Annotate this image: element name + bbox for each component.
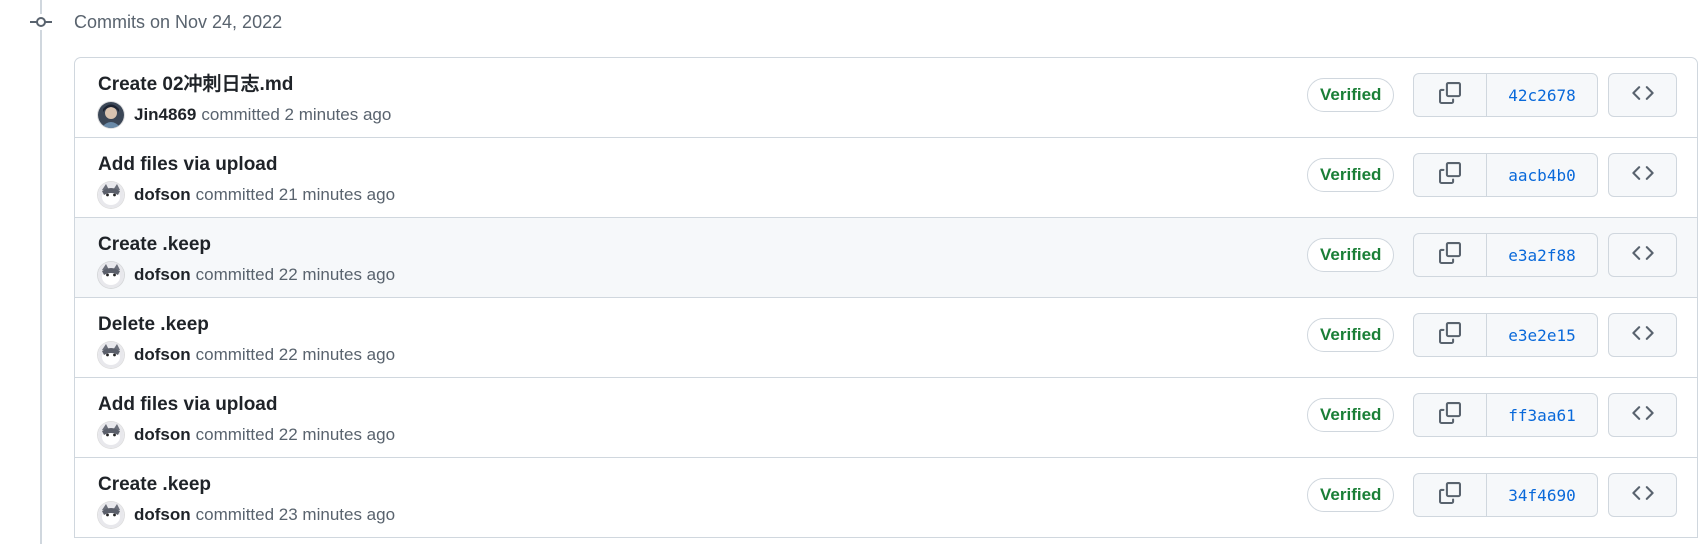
code-icon — [1631, 402, 1654, 429]
commit-row: Create 02冲刺日志.md Jin4869 committed 2 min… — [75, 58, 1697, 138]
git-commit-icon — [30, 14, 52, 30]
copy-sha-button[interactable] — [1414, 314, 1487, 356]
commit-author-link[interactable]: dofson — [134, 505, 191, 525]
commit-list: Create 02冲刺日志.md Jin4869 committed 2 min… — [74, 57, 1698, 538]
commit-time: committed 23 minutes ago — [195, 505, 396, 524]
commit-author-link[interactable]: dofson — [134, 185, 191, 205]
commit-sha-button-group: 34f4690 — [1413, 473, 1598, 517]
commit-title-link[interactable]: Create .keep — [98, 473, 211, 497]
commit-row: Add files via upload dofson committed 22… — [75, 378, 1697, 458]
code-icon — [1631, 322, 1654, 349]
commit-row: Create .keep dofson committed 22 minutes… — [75, 218, 1697, 298]
commit-sha-link[interactable]: e3e2e15 — [1487, 314, 1597, 356]
verified-badge[interactable]: Verified — [1307, 238, 1395, 272]
commit-time: committed 22 minutes ago — [195, 425, 396, 444]
commit-title-link[interactable]: Add files via upload — [98, 393, 277, 417]
verified-badge[interactable]: Verified — [1307, 318, 1395, 352]
browse-repository-button[interactable] — [1608, 313, 1677, 357]
copy-sha-button[interactable] — [1414, 154, 1487, 196]
commit-meta: Jin4869 committed 2 minutes ago — [98, 101, 391, 129]
code-icon — [1631, 82, 1654, 109]
commit-sha-button-group: ff3aa61 — [1413, 393, 1598, 437]
commit-author-link[interactable]: dofson — [134, 425, 191, 445]
commit-group-date-heading: Commits on Nov 24, 2022 — [74, 12, 283, 32]
verified-badge[interactable]: Verified — [1307, 398, 1395, 432]
verified-badge[interactable]: Verified — [1307, 78, 1395, 112]
commit-row: Create .keep dofson committed 23 minutes… — [75, 458, 1697, 538]
avatar[interactable] — [98, 102, 124, 128]
commit-sha-button-group: aacb4b0 — [1413, 153, 1598, 197]
commit-author-link[interactable]: dofson — [134, 345, 191, 365]
commit-title-link[interactable]: Create .keep — [98, 233, 211, 257]
commit-author-link[interactable]: dofson — [134, 265, 191, 285]
commit-row: Add files via upload dofson committed 21… — [75, 138, 1697, 218]
commit-meta: dofson committed 22 minutes ago — [98, 261, 395, 289]
commit-sha-button-group: e3a2f88 — [1413, 233, 1598, 277]
commit-sha-link[interactable]: 34f4690 — [1487, 474, 1597, 516]
timeline-line — [40, 0, 42, 544]
verified-badge[interactable]: Verified — [1307, 478, 1395, 512]
verified-badge[interactable]: Verified — [1307, 158, 1395, 192]
code-icon — [1631, 162, 1654, 189]
commit-title-link[interactable]: Add files via upload — [98, 153, 277, 177]
commit-row: Delete .keep dofson committed 22 minutes… — [75, 298, 1697, 378]
commit-sha-link[interactable]: e3a2f88 — [1487, 234, 1597, 276]
copy-sha-button[interactable] — [1414, 74, 1487, 116]
commit-sha-link[interactable]: ff3aa61 — [1487, 394, 1597, 436]
avatar[interactable] — [98, 342, 124, 368]
commit-meta: dofson committed 21 minutes ago — [98, 181, 395, 209]
commit-time: committed 21 minutes ago — [195, 185, 396, 204]
copy-icon — [1439, 161, 1461, 189]
commit-time: committed 2 minutes ago — [201, 105, 392, 124]
browse-repository-button[interactable] — [1608, 153, 1677, 197]
commit-meta: dofson committed 22 minutes ago — [98, 341, 395, 369]
commit-title-link[interactable]: Create 02冲刺日志.md — [98, 73, 293, 97]
copy-icon — [1439, 81, 1461, 109]
code-icon — [1631, 242, 1654, 269]
code-icon — [1631, 482, 1654, 509]
commit-meta: dofson committed 22 minutes ago — [98, 421, 395, 449]
copy-sha-button[interactable] — [1414, 474, 1487, 516]
commit-sha-button-group: 42c2678 — [1413, 73, 1598, 117]
commit-author-link[interactable]: Jin4869 — [134, 105, 196, 125]
copy-icon — [1439, 481, 1461, 509]
commit-time: committed 22 minutes ago — [195, 265, 396, 284]
avatar[interactable] — [98, 422, 124, 448]
copy-icon — [1439, 241, 1461, 269]
commit-sha-link[interactable]: aacb4b0 — [1487, 154, 1597, 196]
commit-sha-button-group: e3e2e15 — [1413, 313, 1598, 357]
commit-meta: dofson committed 23 minutes ago — [98, 501, 395, 529]
copy-icon — [1439, 321, 1461, 349]
avatar[interactable] — [98, 502, 124, 528]
copy-sha-button[interactable] — [1414, 234, 1487, 276]
browse-repository-button[interactable] — [1608, 73, 1677, 117]
commit-time: committed 22 minutes ago — [195, 345, 396, 364]
copy-sha-button[interactable] — [1414, 394, 1487, 436]
commit-sha-link[interactable]: 42c2678 — [1487, 74, 1597, 116]
commit-title-link[interactable]: Delete .keep — [98, 313, 209, 337]
copy-icon — [1439, 401, 1461, 429]
avatar[interactable] — [98, 182, 124, 208]
browse-repository-button[interactable] — [1608, 473, 1677, 517]
browse-repository-button[interactable] — [1608, 233, 1677, 277]
avatar[interactable] — [98, 262, 124, 288]
browse-repository-button[interactable] — [1608, 393, 1677, 437]
